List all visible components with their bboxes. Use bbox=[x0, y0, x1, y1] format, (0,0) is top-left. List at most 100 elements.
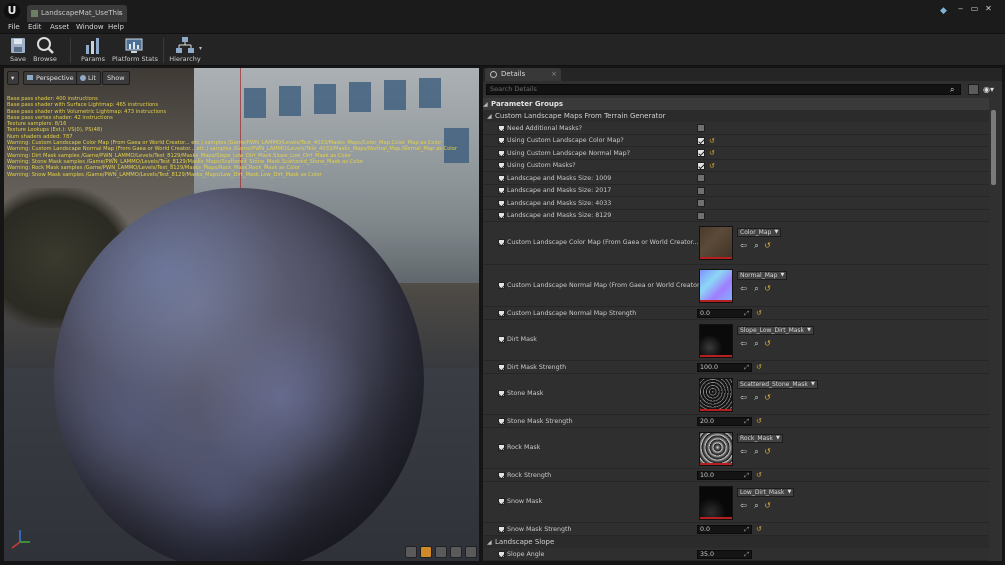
reset-to-default-icon[interactable]: ↺ bbox=[763, 501, 772, 510]
dirt-mask-thumbnail[interactable] bbox=[699, 324, 733, 358]
value-checkbox[interactable] bbox=[697, 187, 705, 195]
menu-window[interactable]: Window bbox=[76, 22, 104, 33]
value-checkbox[interactable] bbox=[697, 124, 705, 132]
override-checkbox[interactable] bbox=[498, 137, 505, 144]
params-button[interactable]: Params bbox=[80, 36, 106, 65]
show-button[interactable]: Show bbox=[102, 71, 130, 85]
override-checkbox[interactable] bbox=[498, 187, 505, 194]
browse-asset-icon[interactable]: ⌕ bbox=[752, 339, 761, 348]
value-number-field[interactable]: 35.0 ⤢ bbox=[697, 550, 752, 559]
hierarchy-button[interactable]: Hierarchy bbox=[169, 36, 201, 65]
reset-to-default-icon[interactable]: ↺ bbox=[756, 309, 764, 317]
color-map-thumbnail[interactable] bbox=[699, 226, 733, 260]
snow-mask-thumbnail[interactable] bbox=[699, 486, 733, 520]
override-checkbox[interactable] bbox=[498, 418, 505, 425]
value-checkbox[interactable] bbox=[697, 162, 705, 170]
source-control-icon[interactable]: ◆ bbox=[938, 6, 949, 17]
override-checkbox[interactable] bbox=[498, 212, 505, 219]
details-tab-close-icon[interactable]: × bbox=[551, 68, 557, 81]
view-options-eye-icon[interactable]: ◉▾ bbox=[983, 84, 998, 95]
reset-to-default-icon[interactable]: ↺ bbox=[763, 339, 772, 348]
use-selected-arrow-icon[interactable]: ⇦ bbox=[739, 284, 748, 293]
browse-asset-icon[interactable]: ⌕ bbox=[752, 284, 761, 293]
reset-to-default-icon[interactable]: ↺ bbox=[756, 363, 764, 371]
platform-stats-button[interactable]: Platform Stats bbox=[112, 36, 158, 65]
details-scrollbar[interactable] bbox=[991, 110, 996, 185]
value-checkbox[interactable] bbox=[697, 199, 705, 207]
viewport-options-button[interactable]: ▾ bbox=[7, 71, 19, 85]
texture-asset-combo[interactable]: Slope_Low_Dirt_Mask ▼ bbox=[737, 326, 815, 335]
override-checkbox[interactable] bbox=[498, 150, 505, 157]
maximize-button[interactable]: ▭ bbox=[969, 4, 980, 13]
menu-file[interactable]: File bbox=[8, 22, 20, 33]
browse-asset-icon[interactable]: ⌕ bbox=[752, 501, 761, 510]
mesh-shape-icon[interactable] bbox=[465, 546, 477, 558]
view-options-grid-icon[interactable] bbox=[968, 84, 979, 95]
parameter-groups-header[interactable]: ◢ Parameter Groups bbox=[483, 98, 989, 110]
stone-mask-thumbnail[interactable] bbox=[699, 378, 733, 412]
value-checkbox[interactable] bbox=[697, 149, 705, 157]
override-checkbox[interactable] bbox=[498, 390, 505, 397]
browse-asset-icon[interactable]: ⌕ bbox=[752, 447, 761, 456]
override-checkbox[interactable] bbox=[498, 200, 505, 207]
texture-asset-combo[interactable]: Rock_Mask ▼ bbox=[737, 434, 783, 443]
override-checkbox[interactable] bbox=[498, 444, 505, 451]
texture-asset-combo[interactable]: Scattered_Stone_Mask ▼ bbox=[737, 380, 818, 389]
override-checkbox[interactable] bbox=[498, 125, 505, 132]
value-checkbox[interactable] bbox=[697, 137, 705, 145]
override-checkbox[interactable] bbox=[498, 526, 505, 533]
browse-button[interactable]: Browse bbox=[32, 36, 58, 65]
minimize-button[interactable]: ‒ bbox=[955, 4, 966, 13]
reset-to-default-icon[interactable]: ↺ bbox=[763, 393, 772, 402]
override-checkbox[interactable] bbox=[498, 175, 505, 182]
value-number-field[interactable]: 20.0 ⤢ bbox=[697, 417, 752, 426]
override-checkbox[interactable] bbox=[498, 310, 505, 317]
category-landscape-slope[interactable]: ◢ Landscape Slope bbox=[483, 536, 989, 548]
menu-help[interactable]: Help bbox=[108, 22, 124, 33]
cylinder-shape-icon[interactable] bbox=[405, 546, 417, 558]
texture-asset-combo[interactable]: Low_Dirt_Mask ▼ bbox=[737, 488, 795, 497]
hierarchy-dropdown-icon[interactable]: ▾ bbox=[199, 45, 202, 52]
reset-to-default-icon[interactable]: ↺ bbox=[763, 284, 772, 293]
reset-to-default-icon[interactable]: ↺ bbox=[763, 447, 772, 456]
reset-to-default-icon[interactable]: ↺ bbox=[756, 471, 764, 479]
use-selected-arrow-icon[interactable]: ⇦ bbox=[739, 447, 748, 456]
normal-map-thumbnail[interactable] bbox=[699, 269, 733, 303]
sphere-shape-icon[interactable] bbox=[420, 546, 432, 558]
texture-asset-combo[interactable]: Normal_Map ▼ bbox=[737, 271, 788, 280]
lit-button[interactable]: Lit bbox=[76, 71, 101, 85]
use-selected-arrow-icon[interactable]: ⇦ bbox=[739, 339, 748, 348]
value-number-field[interactable]: 0.0 ⤢ bbox=[697, 309, 752, 318]
value-number-field[interactable]: 0.0 ⤢ bbox=[697, 525, 752, 534]
texture-asset-combo[interactable]: Color_Map ▼ bbox=[737, 228, 782, 237]
override-checkbox[interactable] bbox=[498, 472, 505, 479]
use-selected-arrow-icon[interactable]: ⇦ bbox=[739, 393, 748, 402]
reset-to-default-icon[interactable]: ↺ bbox=[763, 241, 772, 250]
material-preview-viewport[interactable]: ▾ Perspective Lit Show Base pass shader:… bbox=[4, 68, 479, 561]
value-number-field[interactable]: 10.0 ⤢ bbox=[697, 471, 752, 480]
close-window-button[interactable]: ✕ bbox=[983, 4, 994, 13]
menu-edit[interactable]: Edit bbox=[28, 22, 42, 33]
reset-to-default-icon[interactable]: ↺ bbox=[709, 149, 717, 157]
plane-shape-icon[interactable] bbox=[435, 546, 447, 558]
override-checkbox[interactable] bbox=[498, 239, 505, 246]
tab-close-icon[interactable]: × bbox=[117, 5, 123, 22]
reset-to-default-icon[interactable]: ↺ bbox=[756, 417, 764, 425]
override-checkbox[interactable] bbox=[498, 498, 505, 505]
cube-shape-icon[interactable] bbox=[450, 546, 462, 558]
perspective-button[interactable]: Perspective bbox=[23, 71, 79, 85]
reset-to-default-icon[interactable]: ↺ bbox=[756, 525, 764, 533]
reset-to-default-icon[interactable]: ↺ bbox=[709, 162, 717, 170]
reset-to-default-icon[interactable]: ↺ bbox=[709, 137, 717, 145]
override-checkbox[interactable] bbox=[498, 282, 505, 289]
value-checkbox[interactable] bbox=[697, 212, 705, 220]
search-details-input[interactable]: Search Details bbox=[486, 84, 961, 95]
menu-asset[interactable]: Asset bbox=[50, 22, 69, 33]
use-selected-arrow-icon[interactable]: ⇦ bbox=[739, 241, 748, 250]
category-custom-landscape-maps[interactable]: ◢ Custom Landscape Maps From Terrain Gene… bbox=[483, 110, 989, 122]
override-checkbox[interactable] bbox=[498, 336, 505, 343]
override-checkbox[interactable] bbox=[498, 551, 505, 558]
unreal-logo-icon[interactable]: U bbox=[4, 3, 20, 19]
save-button[interactable]: Save bbox=[6, 36, 30, 65]
override-checkbox[interactable] bbox=[498, 162, 505, 169]
